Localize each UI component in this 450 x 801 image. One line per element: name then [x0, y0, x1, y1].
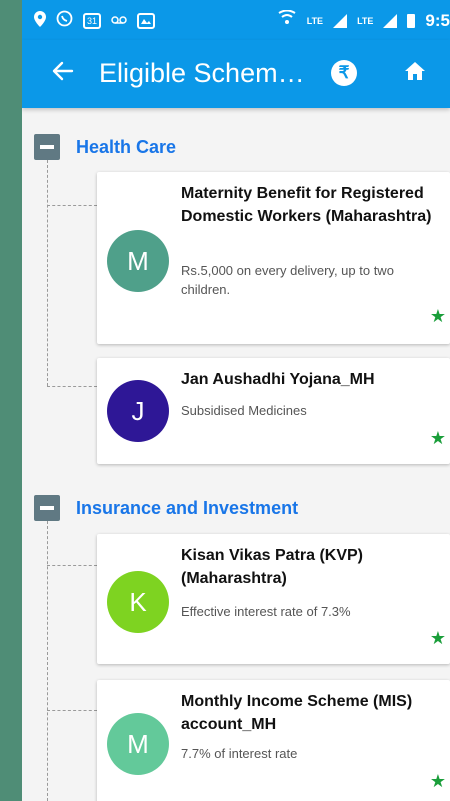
category-header-insurance-investment[interactable]: Insurance and Investment — [34, 495, 298, 521]
collapse-icon[interactable] — [34, 134, 60, 160]
signal-icon-2 — [383, 13, 398, 28]
tree-connector — [47, 565, 97, 566]
category-label: Insurance and Investment — [76, 497, 299, 518]
calendar-icon: 31 — [83, 13, 101, 29]
avatar: M — [107, 230, 169, 292]
category-header-health-care[interactable]: Health Care — [34, 134, 176, 160]
tree-line — [47, 521, 48, 801]
whatsapp-icon — [56, 10, 73, 32]
signal-icon-1 — [333, 13, 348, 28]
scheme-card[interactable]: M Maternity Benefit for Registered Domes… — [97, 172, 450, 344]
rupee-icon[interactable]: ₹ — [331, 60, 357, 86]
back-arrow-icon[interactable] — [52, 58, 74, 88]
star-icon[interactable]: ★ — [430, 628, 446, 649]
tree-line — [47, 160, 48, 386]
scheme-title: Monthly Income Scheme (MIS) account_MH — [181, 693, 413, 733]
collapse-icon[interactable] — [34, 495, 60, 521]
avatar: K — [107, 571, 169, 633]
wifi-calling-icon — [277, 9, 297, 31]
tree-connector — [47, 710, 97, 711]
scheme-title: Maternity Benefit for Registered Domesti… — [181, 185, 432, 225]
avatar: M — [107, 713, 169, 775]
clock: 9:5 — [425, 10, 450, 30]
scheme-title: Jan Aushadhi Yojana_MH — [181, 371, 375, 388]
scheme-title: Kisan Vikas Patra (KVP) (Maharashtra) — [181, 547, 364, 587]
page-title: Eligible Schem… — [99, 58, 305, 88]
scheme-description: Rs.5,000 on every delivery, up to two ch… — [181, 263, 394, 297]
star-icon[interactable]: ★ — [430, 771, 446, 792]
lte-indicator-1: LTE — [306, 15, 324, 26]
phone-screen: 31 LTE LTE 9:5 Eligible Schem… ₹ Health … — [22, 0, 450, 801]
avatar: J — [107, 380, 169, 442]
category-label: Health Care — [76, 136, 177, 157]
schemes-list: Health Care M Maternity Benefit for Regi… — [22, 108, 450, 801]
status-bar: 31 LTE LTE 9:5 — [22, 0, 450, 40]
scheme-card[interactable]: K Kisan Vikas Patra (KVP) (Maharashtra) … — [97, 534, 450, 664]
scheme-description: Subsidised Medicines — [181, 403, 307, 418]
scheme-card[interactable]: M Monthly Income Scheme (MIS) account_MH… — [97, 680, 450, 801]
tree-connector — [47, 386, 97, 387]
star-icon[interactable]: ★ — [430, 306, 446, 327]
scheme-description: Effective interest rate of 7.3% — [181, 604, 351, 619]
voicemail-icon — [111, 12, 127, 30]
app-bar: Eligible Schem… ₹ — [22, 40, 450, 108]
gallery-icon — [137, 13, 155, 29]
lte-indicator-2: LTE — [357, 15, 374, 26]
tree-connector — [47, 205, 97, 206]
battery-icon — [407, 13, 416, 28]
scheme-card[interactable]: J Jan Aushadhi Yojana_MH Subsidised Medi… — [97, 358, 450, 464]
star-icon[interactable]: ★ — [430, 428, 446, 449]
home-icon[interactable] — [403, 59, 427, 83]
location-icon — [34, 10, 46, 32]
scheme-description: 7.7% of interest rate — [181, 746, 298, 761]
